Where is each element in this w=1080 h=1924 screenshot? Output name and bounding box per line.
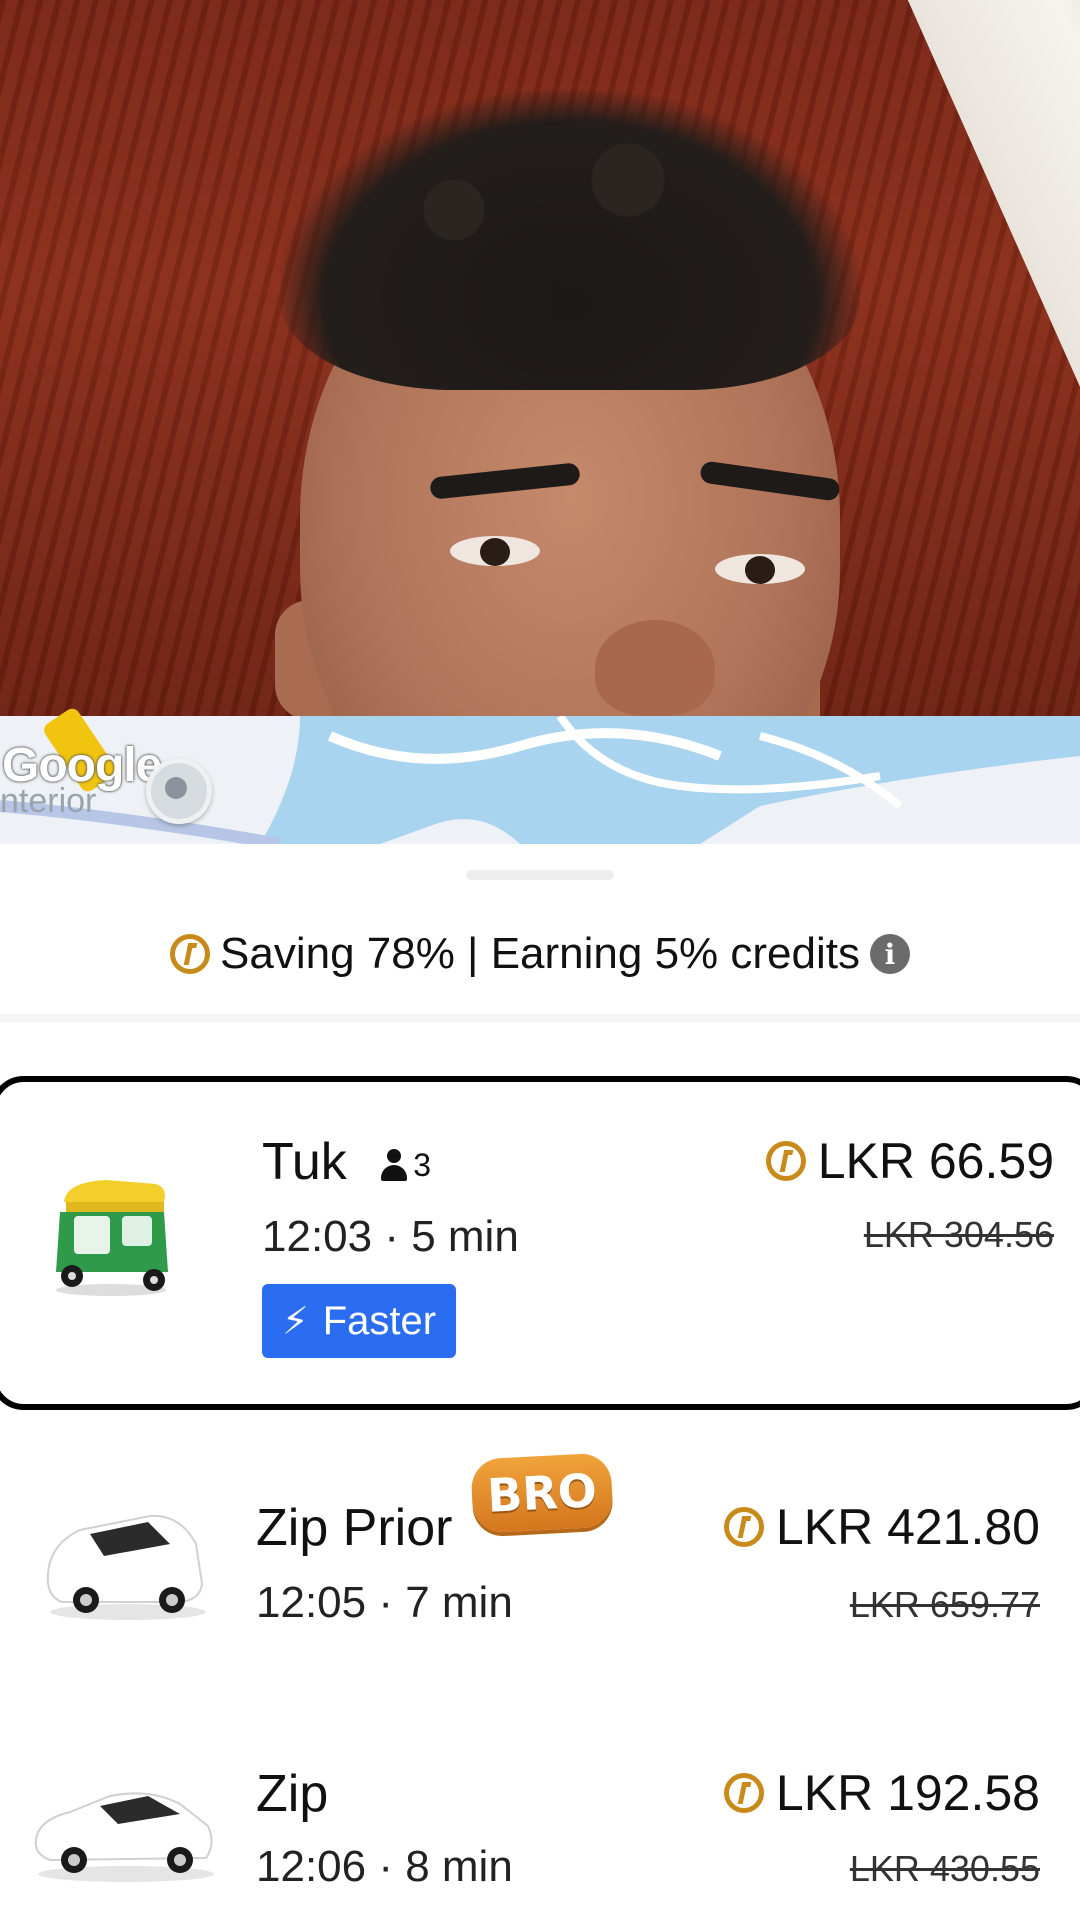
sheet-drag-handle[interactable] [466,870,614,880]
credit-coin-icon [723,1507,764,1547]
ride-option-tuk[interactable]: Tuk 3 12:03 · 5 min ⚡ Faster LKR 66.59 L… [0,1076,1080,1410]
ride-eta: 12:05 · 7 min [256,1578,513,1627]
credit-coin-icon [765,1141,806,1181]
bro-sticker: BRO [470,1452,614,1534]
credit-coin-icon [170,934,210,974]
ride-price: LKR 421.80 [723,1498,1040,1556]
ride-eta: 12:06 · 8 min [256,1842,513,1891]
ride-name: Zip [256,1765,329,1823]
credit-coin-icon [723,1773,764,1813]
person-hair [280,90,860,390]
price-value: LKR 192.58 [775,1765,1040,1821]
car-icon [34,1792,214,1882]
person-nose [595,620,715,716]
google-logo: Google [2,739,162,792]
location-pin-icon[interactable] [146,758,212,824]
ride-name: Tuk 3 [262,1132,431,1192]
price-value: LKR 421.80 [775,1499,1040,1555]
tuk-tuk-icon [56,1180,168,1296]
ride-price: LKR 66.59 [765,1132,1054,1190]
price-value: LKR 66.59 [817,1133,1054,1189]
right-eye [715,554,805,584]
savings-banner: Saving 78% | Earning 5% credits i [0,924,1080,984]
left-eye [450,536,540,566]
original-price: LKR 659.77 [849,1584,1040,1625]
badge-label: Faster [322,1298,437,1343]
faster-badge: ⚡ Faster [262,1284,457,1358]
minivan-icon [46,1514,206,1620]
ride-eta: 12:03 · 5 min [262,1212,519,1261]
ride-price: LKR 192.58 [723,1764,1040,1822]
ride-name-text: Tuk [262,1133,347,1191]
ride-name: Zip Prior [256,1499,453,1557]
ride-option-zip[interactable]: Zip 12:06 · 8 min LKR 192.58 LKR 430.55 [0,1724,1080,1924]
capacity-count: 3 [413,1146,432,1183]
original-price: LKR 304.56 [863,1214,1054,1255]
ride-options-sheet: Saving 78% | Earning 5% credits i Tuk 3 … [0,844,1080,1920]
lightning-bolt-icon: ⚡ [282,1300,309,1343]
person-icon [379,1147,409,1183]
section-divider [0,1014,1080,1022]
savings-text: Saving 78% | Earning 5% credits [220,929,860,978]
original-price: LKR 430.55 [849,1848,1040,1889]
video-overlay [0,0,1080,716]
capacity: 3 [379,1147,431,1184]
info-icon[interactable]: i [870,934,910,974]
ceiling-beam [890,0,1080,710]
